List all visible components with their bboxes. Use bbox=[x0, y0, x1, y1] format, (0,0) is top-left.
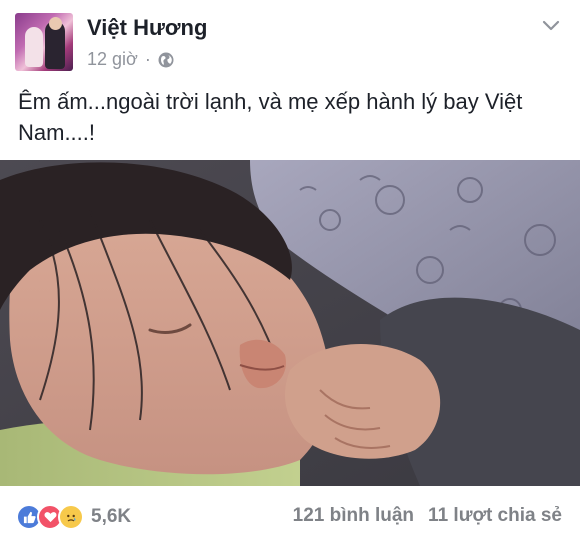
post-meta: 12 giờ · bbox=[87, 49, 174, 70]
comments-count[interactable]: 121 bình luận bbox=[293, 505, 414, 527]
post-header: Việt Hương 12 giờ · bbox=[0, 0, 580, 80]
reactions[interactable]: 5,6K bbox=[16, 504, 131, 530]
post-footer: 5,6K 121 bình luận 11 lượt chia sẻ bbox=[0, 486, 580, 545]
sad-icon bbox=[58, 504, 84, 530]
reaction-count[interactable]: 5,6K bbox=[91, 506, 131, 528]
post-timestamp[interactable]: 12 giờ bbox=[87, 49, 138, 70]
globe-icon[interactable] bbox=[158, 52, 174, 68]
avatar-figure-head bbox=[49, 17, 62, 30]
shares-count[interactable]: 11 lượt chia sẻ bbox=[428, 505, 562, 527]
avatar-figure bbox=[25, 27, 43, 67]
post-stats: 121 bình luận 11 lượt chia sẻ bbox=[293, 505, 562, 527]
post-text: Êm ấm...ngoài trời lạnh, và mẹ xếp hành … bbox=[18, 89, 523, 145]
author-name[interactable]: Việt Hương bbox=[87, 15, 207, 41]
meta-separator: · bbox=[144, 49, 151, 69]
avatar[interactable] bbox=[15, 13, 73, 71]
chevron-down-icon[interactable] bbox=[540, 14, 562, 36]
post-photo[interactable] bbox=[0, 160, 580, 486]
